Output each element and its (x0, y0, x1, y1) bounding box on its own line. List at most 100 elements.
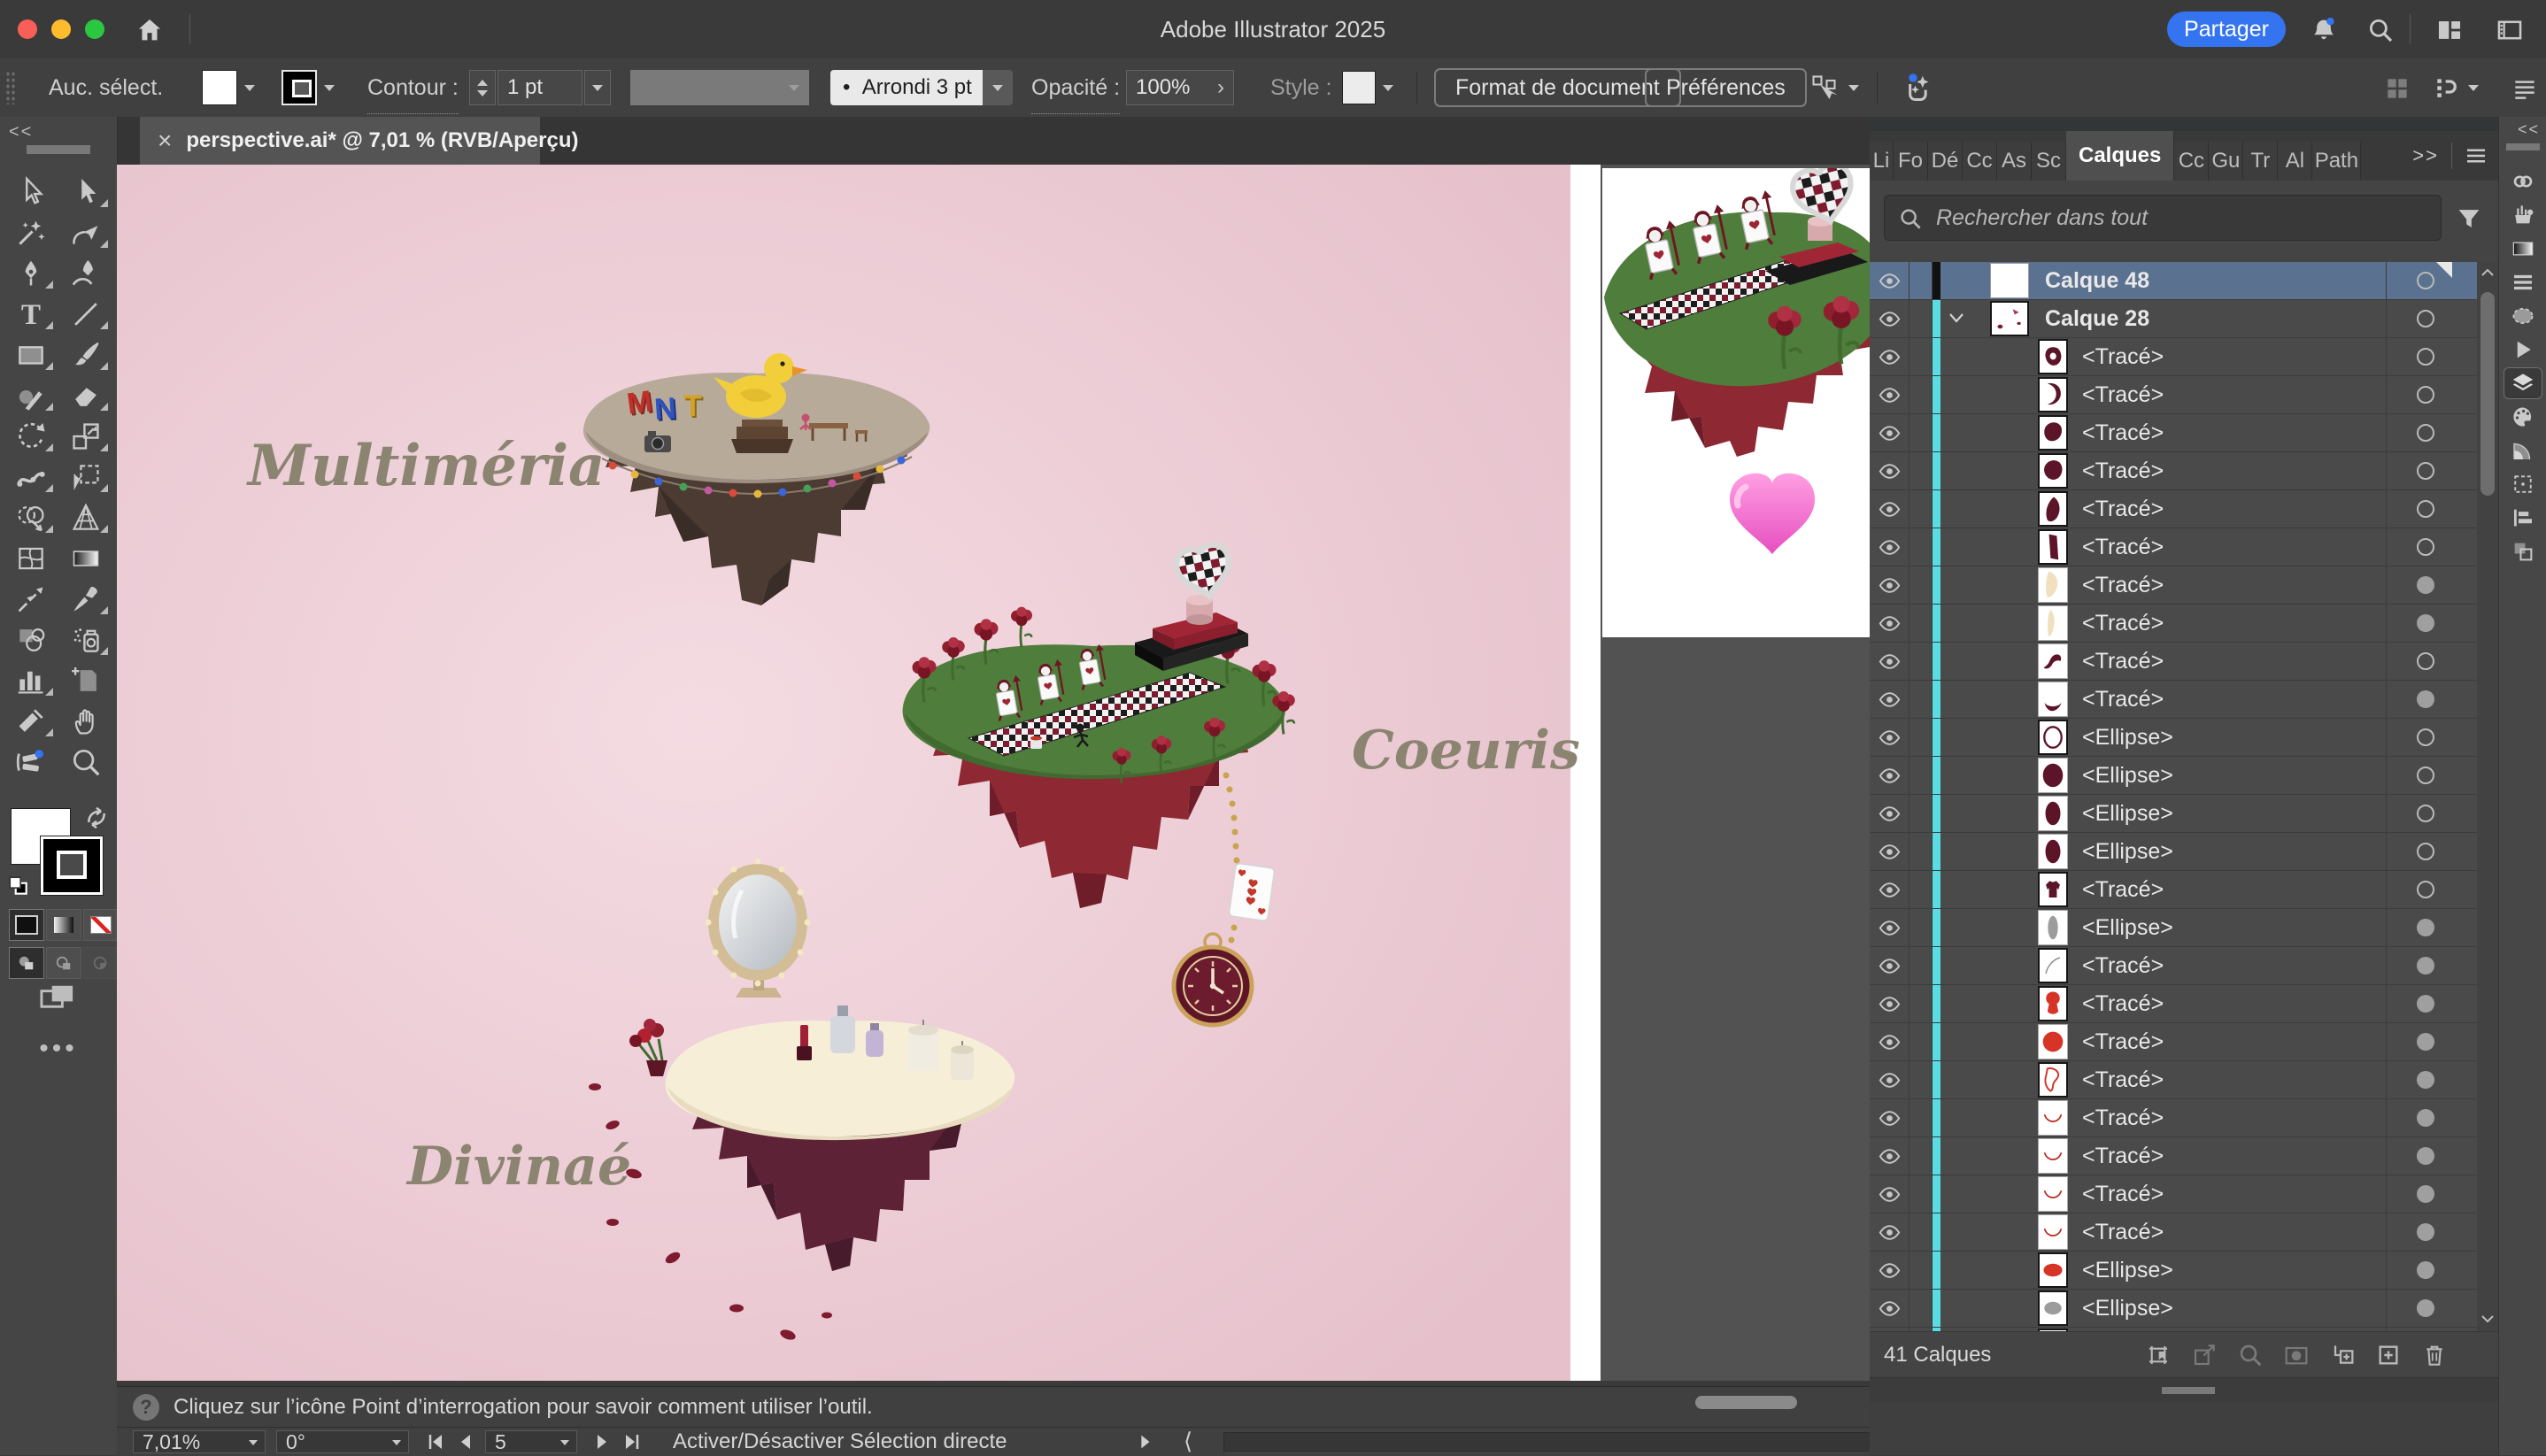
visibility-eye-icon[interactable] (1878, 1297, 1902, 1321)
layer-row[interactable]: <Tracé> (1870, 338, 2498, 376)
dock-align-icon[interactable] (2504, 502, 2542, 534)
brush-style-dropdown[interactable]: • Arrondi 3 pt (830, 70, 983, 105)
layer-row[interactable]: <Ellipse> (1870, 1252, 2498, 1290)
target-circle[interactable] (2417, 805, 2434, 822)
dock-pathfinder-icon[interactable] (2504, 535, 2542, 567)
canvas-area[interactable]: M M N N T T (117, 165, 1870, 1381)
layer-row[interactable]: <Tracé> (1870, 1137, 2498, 1175)
horizontal-scrollbar-thumb[interactable] (1695, 1396, 1797, 1409)
share-button[interactable]: Partager (2167, 12, 2286, 47)
visibility-eye-icon[interactable] (1878, 345, 1902, 369)
layer-row[interactable]: <Ellipse> (1870, 909, 2498, 947)
opacity-field[interactable]: 100% › (1126, 70, 1234, 105)
dock-color-guide-icon[interactable] (2504, 435, 2542, 466)
stroke-chevron-icon[interactable] (324, 85, 335, 91)
visibility-eye-icon[interactable] (1878, 497, 1902, 521)
panel-tab-cc[interactable]: Cc (1963, 142, 1997, 181)
layer-row[interactable]: <Tracé> (1870, 1099, 2498, 1137)
layer-row[interactable]: <Tracé> (1870, 490, 2498, 528)
search-input[interactable] (1934, 199, 2416, 236)
target-circle[interactable] (2417, 652, 2434, 670)
panel-tab-dé[interactable]: Dé (1928, 142, 1963, 181)
search-icon[interactable] (2365, 15, 2396, 45)
tool-magic-wand[interactable] (4, 212, 58, 253)
layer-label[interactable]: <Ellipse> (2082, 1290, 2173, 1327)
visibility-eye-icon[interactable] (1878, 383, 1902, 407)
layer-row[interactable]: <Tracé> (1870, 605, 2498, 643)
panel-tab-tr[interactable]: Tr (2243, 142, 2278, 181)
tool-eraser[interactable] (58, 375, 113, 416)
more-tabs-icon[interactable]: >> (2412, 144, 2439, 167)
dock-link-icon[interactable] (2504, 166, 2542, 197)
rotation-dropdown[interactable]: 0° (276, 1430, 409, 1453)
visibility-eye-icon[interactable] (1878, 1144, 1902, 1168)
collapse-dock-icon[interactable]: << (2518, 120, 2540, 139)
layer-label[interactable]: <Tracé> (2082, 1061, 2164, 1098)
dock-grip[interactable] (2506, 143, 2540, 150)
layer-row[interactable]: <Ellipse> (1870, 833, 2498, 871)
layer-row[interactable]: <Ellipse> (1870, 757, 2498, 795)
layer-row[interactable]: <Tracé> (1870, 985, 2498, 1023)
target-circle[interactable] (2417, 957, 2434, 975)
tool-intertwine[interactable] (4, 742, 58, 782)
arrange-documents-icon[interactable] (2433, 74, 2461, 103)
visibility-eye-icon[interactable] (1878, 650, 1902, 674)
dock-artboard-icon[interactable] (2504, 468, 2542, 500)
panel-tab-fo[interactable]: Fo (1894, 142, 1928, 181)
tool-scale[interactable] (58, 416, 113, 457)
tools-grip[interactable] (27, 145, 90, 154)
visibility-eye-icon[interactable] (1878, 1183, 1902, 1206)
panel-tab-path[interactable]: Path (2312, 142, 2361, 181)
tool-blend[interactable] (4, 579, 58, 620)
grid-icon[interactable] (2383, 74, 2411, 103)
panel-tab-li[interactable]: Li (1870, 142, 1894, 181)
layer-row[interactable]: <Tracé> (1870, 414, 2498, 452)
status-collapse-glyph[interactable]: ⟨ (1184, 1428, 1192, 1456)
target-circle[interactable] (2417, 919, 2434, 936)
panel-tab-cc[interactable]: Cc (2174, 142, 2209, 181)
window-icon[interactable] (2495, 15, 2525, 45)
tool-free-transform[interactable] (58, 457, 113, 497)
stroke-width-field[interactable]: 1 pt (498, 70, 582, 105)
tool-graph[interactable] (4, 660, 58, 701)
layer-label[interactable]: <Tracé> (2082, 338, 2164, 375)
color-mode-button[interactable] (9, 909, 44, 941)
layer-row[interactable]: <Ellipse> (1870, 719, 2498, 757)
layer-row[interactable]: <Tracé> (1870, 528, 2498, 566)
visibility-eye-icon[interactable] (1878, 1221, 1902, 1244)
target-circle[interactable] (2417, 1071, 2434, 1089)
stroke-swatch[interactable] (282, 70, 317, 105)
bell-icon[interactable] (2309, 15, 2339, 45)
layer-label[interactable]: <Tracé> (2082, 1213, 2164, 1251)
layer-row[interactable]: <Tracé> (1870, 1213, 2498, 1252)
dock-brushes-icon[interactable] (2504, 199, 2542, 231)
layer-label[interactable]: <Tracé> (2082, 566, 2164, 604)
visibility-eye-icon[interactable] (1878, 612, 1902, 636)
fill-chevron-icon[interactable] (244, 85, 255, 91)
layer-label[interactable]: <Tracé> (2082, 681, 2164, 718)
last-artboard-icon[interactable] (621, 1432, 643, 1452)
tool-zoom-tool[interactable] (58, 742, 113, 782)
filter-icon[interactable] (2454, 204, 2484, 234)
document-setup-button[interactable]: Format de document (1434, 68, 1681, 107)
trash-icon[interactable] (2411, 1341, 2457, 1369)
layer-label[interactable]: <Tracé> (2082, 1023, 2164, 1060)
target-circle[interactable] (2417, 1033, 2434, 1051)
layer-row[interactable]: <Tracé> (1870, 643, 2498, 681)
first-artboard-icon[interactable] (425, 1432, 446, 1452)
visibility-eye-icon[interactable] (1878, 764, 1902, 788)
more-tools-button[interactable]: ••• (0, 1034, 117, 1064)
visibility-eye-icon[interactable] (1878, 307, 1902, 331)
new-sublayer-icon[interactable] (2319, 1341, 2365, 1369)
layer-label[interactable]: <Tracé> (2082, 528, 2164, 566)
stroke-width-chevron[interactable] (584, 70, 611, 105)
panel-menu-icon[interactable] (2463, 143, 2489, 169)
opacity-label[interactable]: Opacité : (1031, 62, 1120, 114)
dock-layers-icon[interactable] (2504, 367, 2542, 399)
layer-label[interactable]: <Ellipse> (2082, 757, 2173, 794)
target-circle[interactable] (2417, 576, 2434, 594)
select-similar-chevron[interactable] (1848, 85, 1859, 91)
layers-search-field[interactable] (1884, 195, 2442, 241)
tool-slice[interactable] (4, 701, 58, 742)
preferences-button[interactable]: Préférences (1645, 68, 1807, 107)
